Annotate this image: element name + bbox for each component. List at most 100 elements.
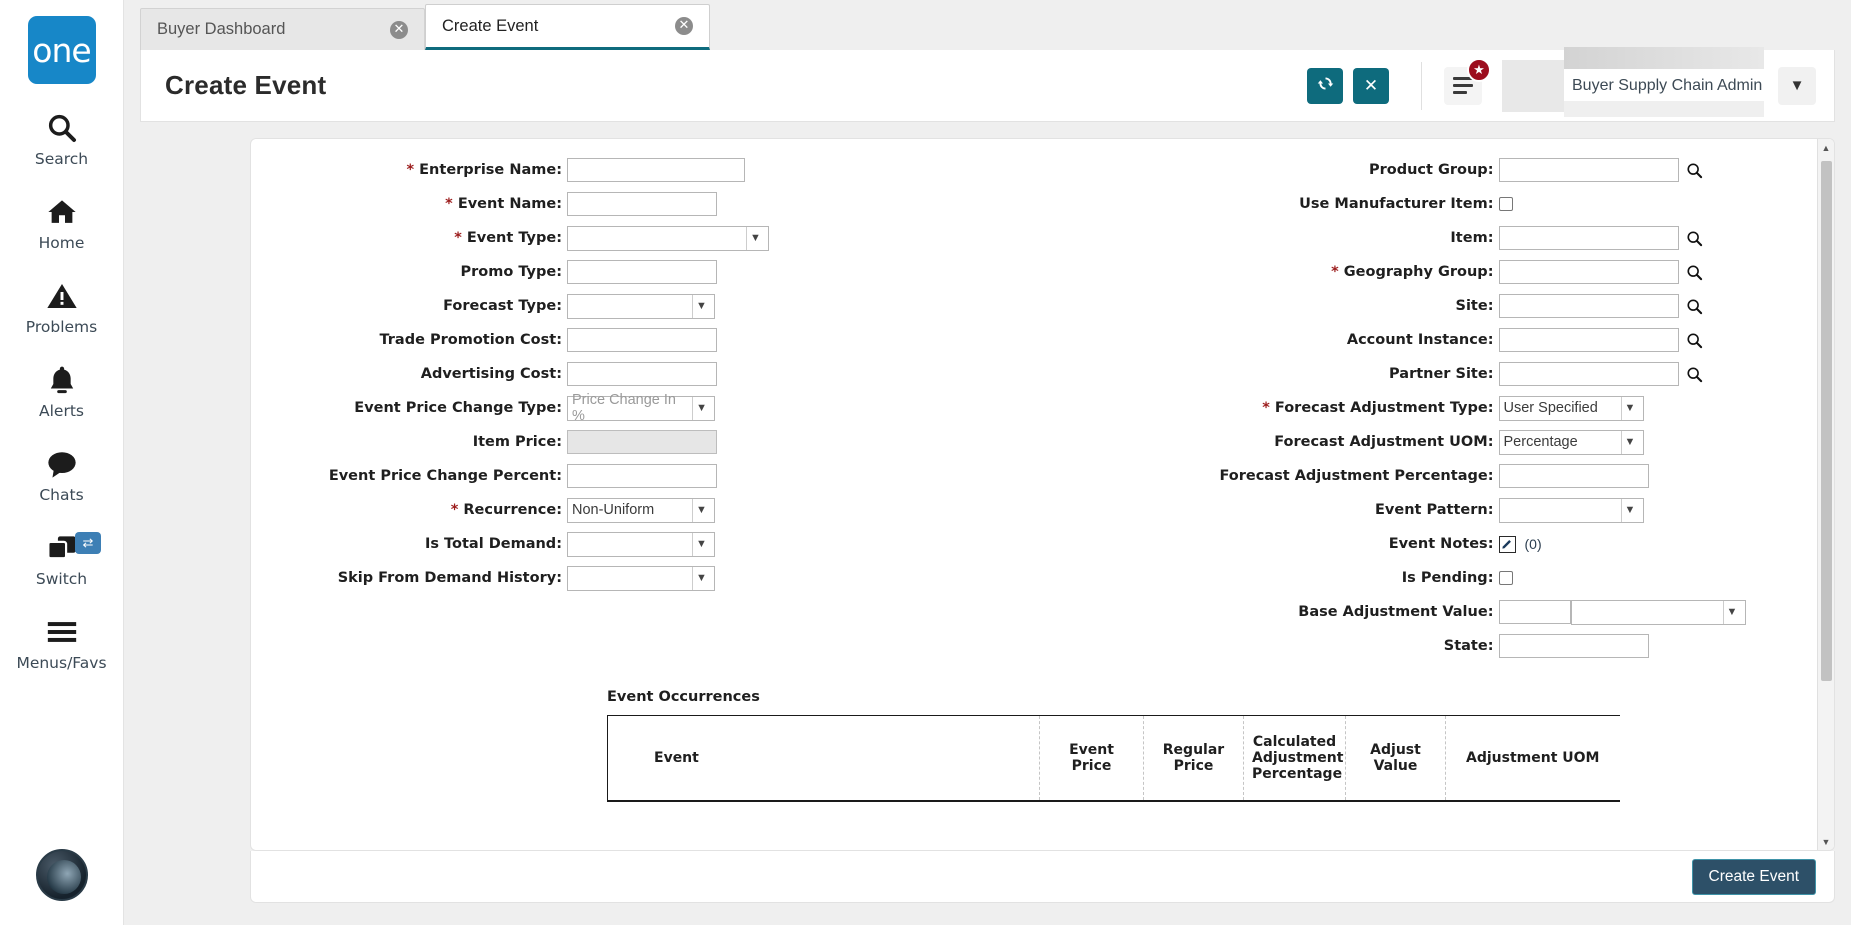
scroll-down-arrow[interactable]: ▼ (1818, 833, 1834, 850)
trade-promotion-cost-input[interactable] (567, 328, 717, 352)
field-item-price: Item Price: (307, 429, 1034, 455)
bell-icon (47, 362, 77, 398)
promo-type-input[interactable] (567, 260, 717, 284)
vertical-scrollbar[interactable]: ▲ ▼ (1817, 139, 1834, 850)
column-header-adjustment-uom[interactable]: Adjustment UOM (1445, 715, 1620, 802)
edit-note-icon[interactable] (1498, 535, 1516, 553)
field-event-pattern: Event Pattern: ▼ (1044, 497, 1817, 523)
form-footer: Create Event (250, 851, 1835, 903)
field-label: Site: (1455, 298, 1494, 314)
form-panel: * Enterprise Name: * Event Name: * Event… (250, 138, 1835, 851)
sidebar-item-chats[interactable]: Chats (0, 446, 123, 504)
sidebar-item-home[interactable]: Home (0, 194, 123, 252)
forecast-type-select[interactable]: ▼ (567, 293, 715, 319)
field-event-notes: Event Notes: (0) (1044, 531, 1817, 557)
tab-create-event[interactable]: Create Event ✕ (425, 4, 710, 50)
user-avatar[interactable] (35, 849, 88, 901)
forecast-adjustment-type-select[interactable]: User Specified ▼ (1498, 395, 1644, 421)
forecast-adjustment-percentage-input[interactable] (1498, 464, 1649, 488)
field-label: Account Instance: (1346, 332, 1494, 348)
sidebar-label-switch: Switch (35, 570, 88, 588)
event-price-change-type-select[interactable]: Price Change In % ▼ (567, 392, 715, 424)
tab-label: Buyer Dashboard (157, 20, 286, 38)
geography-group-input[interactable] (1498, 260, 1679, 284)
user-identity[interactable]: Buyer Supply Chain Admin (1564, 46, 1764, 117)
column-header-calculated-adjustment-percentage[interactable]: Calculated Adjustment Percentage (1243, 715, 1346, 802)
search-icon[interactable] (1686, 229, 1704, 247)
close-icon[interactable]: ✕ (675, 17, 693, 35)
search-icon[interactable] (1686, 263, 1704, 281)
close-icon[interactable]: ✕ (390, 20, 408, 39)
event-occurrences-title: Event Occurrences (607, 689, 760, 705)
column-header-event-price[interactable]: Event Price (1039, 715, 1144, 802)
product-group-input[interactable] (1498, 158, 1679, 182)
item-lookup (1498, 226, 1704, 250)
field-promo-type: Promo Type: (307, 259, 1034, 285)
forecast-adjustment-uom-select[interactable]: Percentage ▼ (1498, 429, 1644, 455)
search-icon[interactable] (1686, 297, 1704, 315)
advertising-cost-input[interactable] (567, 362, 717, 386)
close-page-button[interactable]: ✕ (1353, 67, 1389, 104)
field-label: Product Group: (1368, 162, 1494, 178)
recurrence-select[interactable]: Non-Uniform ▼ (567, 497, 715, 523)
field-trade-promotion-cost: Trade Promotion Cost: (307, 327, 1034, 353)
use-manufacturer-item-checkbox[interactable] (1498, 197, 1513, 211)
site-input[interactable] (1498, 294, 1679, 318)
column-header-adjust-value[interactable]: Adjust Value (1345, 715, 1446, 802)
search-icon (46, 110, 78, 146)
state-input[interactable] (1498, 634, 1649, 658)
event-price-change-percent-input[interactable] (567, 464, 717, 488)
field-partner-site: Partner Site: (1044, 361, 1817, 387)
is-pending-checkbox[interactable] (1498, 571, 1513, 585)
table-body (608, 801, 1620, 850)
account-instance-input[interactable] (1498, 328, 1679, 352)
chevron-down-icon: ▼ (692, 396, 710, 420)
sidebar-label-problems: Problems (25, 318, 98, 336)
switch-toggle-badge[interactable]: ⇄ (75, 532, 101, 554)
home-icon (45, 194, 79, 230)
field-label: State: (1443, 638, 1494, 654)
sidebar-item-problems[interactable]: Problems (0, 278, 123, 336)
scroll-up-arrow[interactable]: ▲ (1818, 139, 1834, 156)
refresh-icon (1317, 75, 1334, 97)
item-input[interactable] (1498, 226, 1679, 250)
base-adjustment-value-input[interactable] (1498, 600, 1571, 624)
field-label: Forecast Type: (443, 298, 562, 314)
partner-site-input[interactable] (1498, 362, 1679, 386)
geography-group-lookup (1498, 260, 1704, 284)
sidebar-item-menus-favs[interactable]: Menus/Favs (0, 614, 123, 672)
scrollbar-thumb[interactable] (1821, 161, 1832, 681)
event-name-input[interactable] (567, 192, 717, 216)
column-header-regular-price[interactable]: Regular Price (1143, 715, 1244, 802)
field-use-manufacturer-item: Use Manufacturer Item: (1044, 191, 1817, 217)
chevron-down-icon: ▼ (692, 532, 710, 556)
search-icon[interactable] (1686, 365, 1704, 383)
enterprise-name-input[interactable] (567, 158, 745, 182)
partner-site-lookup (1498, 362, 1704, 386)
search-icon[interactable] (1686, 161, 1704, 179)
create-event-button[interactable]: Create Event (1691, 858, 1816, 895)
user-thumbnail (1502, 59, 1564, 112)
event-pattern-select[interactable]: ▼ (1498, 497, 1644, 523)
sidebar-item-switch[interactable]: ⇄ Switch (0, 530, 123, 588)
event-type-select[interactable]: ▼ (567, 225, 769, 251)
field-label: Is Pending: (1401, 570, 1494, 586)
event-occurrences-section: Event Occurrences Event Event Price Regu… (607, 689, 1620, 850)
header-menu-button[interactable]: ★ (1444, 57, 1491, 105)
favorites-star-badge: ★ (1467, 57, 1491, 82)
field-label: Event Notes: (1388, 536, 1494, 552)
field-geography-group: * Geography Group: (1044, 259, 1817, 285)
column-header-event[interactable]: Event (607, 715, 1040, 802)
field-label: * Geography Group: (1331, 264, 1494, 280)
base-adjustment-unit-select[interactable]: ▼ (1570, 599, 1746, 625)
skip-from-demand-history-select[interactable]: ▼ (567, 565, 715, 591)
event-notes-count: (0) (1524, 536, 1542, 552)
refresh-button[interactable] (1307, 67, 1343, 104)
form-column-left: * Enterprise Name: * Event Name: * Event… (251, 157, 1034, 667)
search-icon[interactable] (1686, 331, 1704, 349)
sidebar-item-search[interactable]: Search (0, 110, 123, 168)
sidebar-item-alerts[interactable]: Alerts (0, 362, 123, 420)
tab-buyer-dashboard[interactable]: Buyer Dashboard ✕ (140, 8, 425, 50)
is-total-demand-select[interactable]: ▼ (567, 531, 715, 557)
user-menu-toggle[interactable]: ▼ (1778, 66, 1816, 105)
